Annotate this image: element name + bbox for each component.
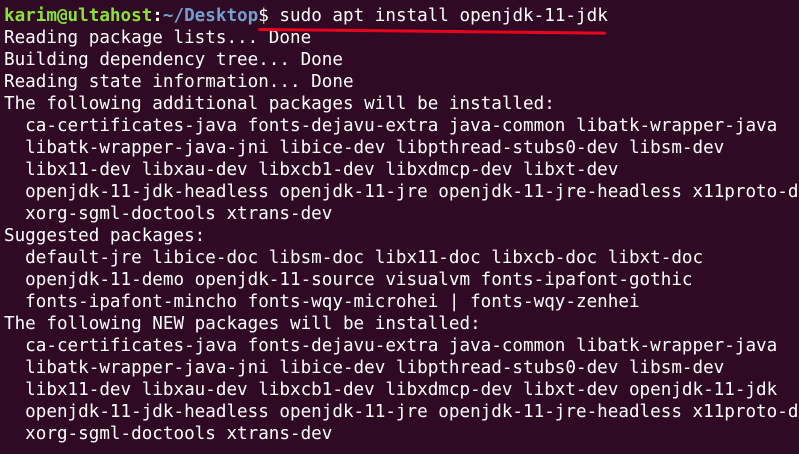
command-text: sudo apt install openjdk-11-jdk xyxy=(279,6,608,26)
output-line: Reading state information... Done xyxy=(4,72,354,92)
output-line: xorg-sgml-doctools xtrans-dev xyxy=(4,204,333,224)
prompt-user-host: karim@ultahost xyxy=(4,6,153,26)
output-line: libx11-dev libxau-dev libxcb1-dev libxdm… xyxy=(4,380,778,400)
prompt-separator: : xyxy=(152,6,163,26)
output-line: ca-certificates-java fonts-dejavu-extra … xyxy=(4,116,778,136)
output-line: Suggested packages: xyxy=(4,226,206,246)
output-line: libatk-wrapper-java-jni libice-dev libpt… xyxy=(4,358,725,378)
output-line: xorg-sgml-doctools xtrans-dev xyxy=(4,424,333,444)
output-line: fonts-ipafont-mincho fonts-wqy-microhei … xyxy=(4,292,640,312)
output-line: The following NEW packages will be insta… xyxy=(4,314,481,334)
output-line: libx11-dev libxau-dev libxcb1-dev libxdm… xyxy=(4,160,619,180)
output-line: libatk-wrapper-java-jni libice-dev libpt… xyxy=(4,138,725,158)
output-line: Building dependency tree... Done xyxy=(4,50,343,70)
prompt-path: ~/Desktop xyxy=(162,6,259,26)
output-line: ca-certificates-java fonts-dejavu-extra … xyxy=(4,336,778,356)
output-line: openjdk-11-jdk-headless openjdk-11-jre o… xyxy=(4,182,799,202)
output-block: Reading package lists... Done Building d… xyxy=(4,27,799,445)
output-line: The following additional packages will b… xyxy=(4,94,555,114)
output-line: openjdk-11-demo openjdk-11-source visual… xyxy=(4,270,693,290)
prompt-line: karim@ultahost:~/Desktop$ sudo apt insta… xyxy=(4,5,799,27)
prompt-sign: $ xyxy=(258,6,280,26)
output-line: default-jre libice-doc libsm-doc libx11-… xyxy=(4,248,704,268)
output-line: openjdk-11-jdk-headless openjdk-11-jre o… xyxy=(4,402,799,422)
terminal-window[interactable]: karim@ultahost:~/Desktop$ sudo apt insta… xyxy=(0,0,799,454)
